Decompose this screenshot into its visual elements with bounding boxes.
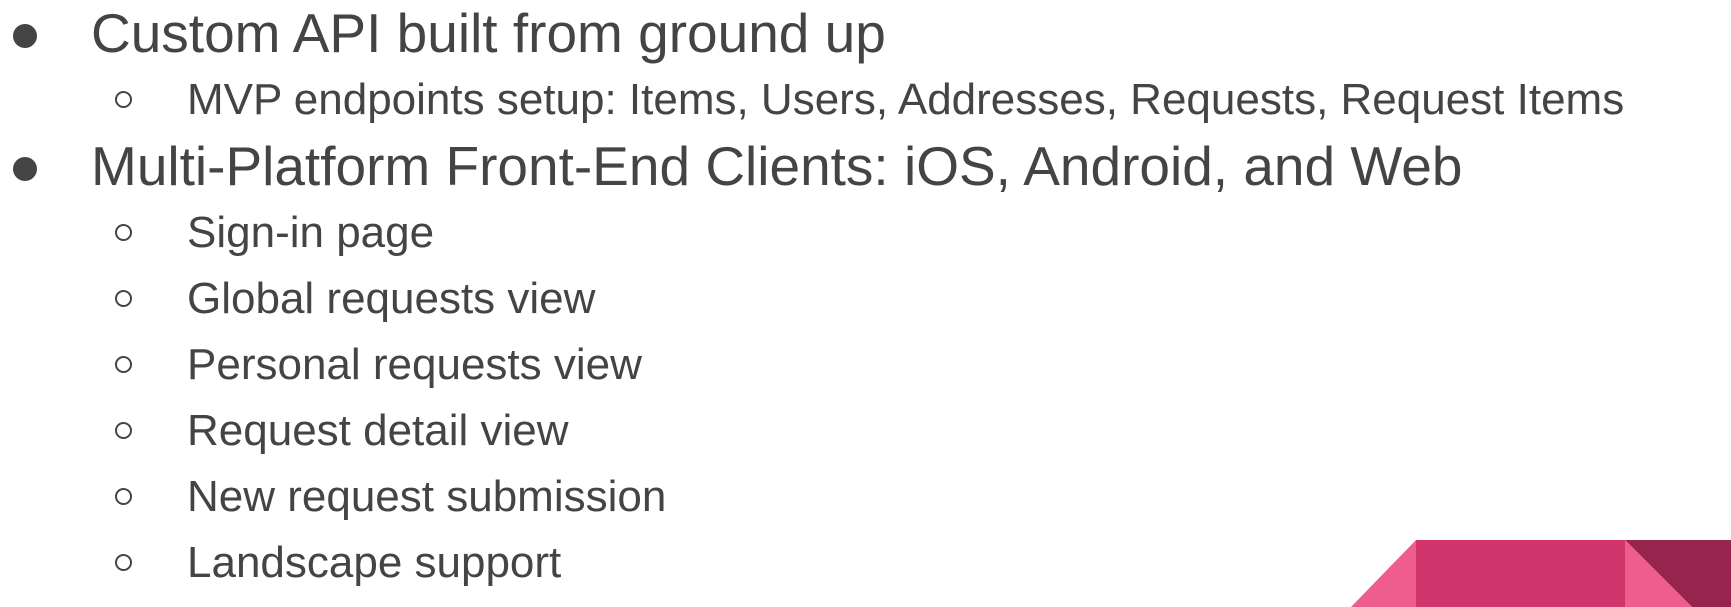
sub-bullet-text: Landscape support	[187, 538, 562, 587]
hollow-bullet-icon	[115, 290, 132, 307]
hollow-bullet-icon	[115, 488, 132, 505]
filled-bullet-icon	[13, 157, 37, 181]
filled-bullet-icon	[13, 24, 37, 48]
sub-bullet-text: MVP endpoints setup: Items, Users, Addre…	[187, 75, 1625, 124]
bullet-item: Custom API built from ground up	[0, 0, 1731, 67]
sub-bullet-text: Global requests view	[187, 274, 596, 323]
sub-bullet-item: New request submission	[0, 464, 1731, 530]
bullet-text: Multi-Platform Front-End Clients: iOS, A…	[91, 135, 1463, 197]
bullet-item: Multi-Platform Front-End Clients: iOS, A…	[0, 133, 1731, 200]
sub-bullet-text: Request detail view	[187, 406, 569, 455]
sub-bullet-item: Landscape support	[0, 530, 1731, 596]
bullet-text: Custom API built from ground up	[91, 2, 886, 64]
sub-bullet-item: Global requests view	[0, 266, 1731, 332]
sub-bullet-text: New request submission	[187, 472, 667, 521]
sub-bullet-text: Personal requests view	[187, 340, 642, 389]
sub-bullet-item: Sign-in page	[0, 200, 1731, 266]
sub-bullet-item: MVP endpoints setup: Items, Users, Addre…	[0, 67, 1731, 133]
sub-bullet-item: Personal requests view	[0, 332, 1731, 398]
hollow-bullet-icon	[115, 356, 132, 373]
sub-bullet-item: Request detail view	[0, 398, 1731, 464]
hollow-bullet-icon	[115, 224, 132, 241]
hollow-bullet-icon	[115, 554, 132, 571]
hollow-bullet-icon	[115, 91, 132, 108]
hollow-bullet-icon	[115, 422, 132, 439]
bullet-list: Custom API built from ground up MVP endp…	[0, 0, 1731, 596]
sub-bullet-text: Sign-in page	[187, 208, 435, 257]
slide: Custom API built from ground up MVP endp…	[0, 0, 1731, 607]
